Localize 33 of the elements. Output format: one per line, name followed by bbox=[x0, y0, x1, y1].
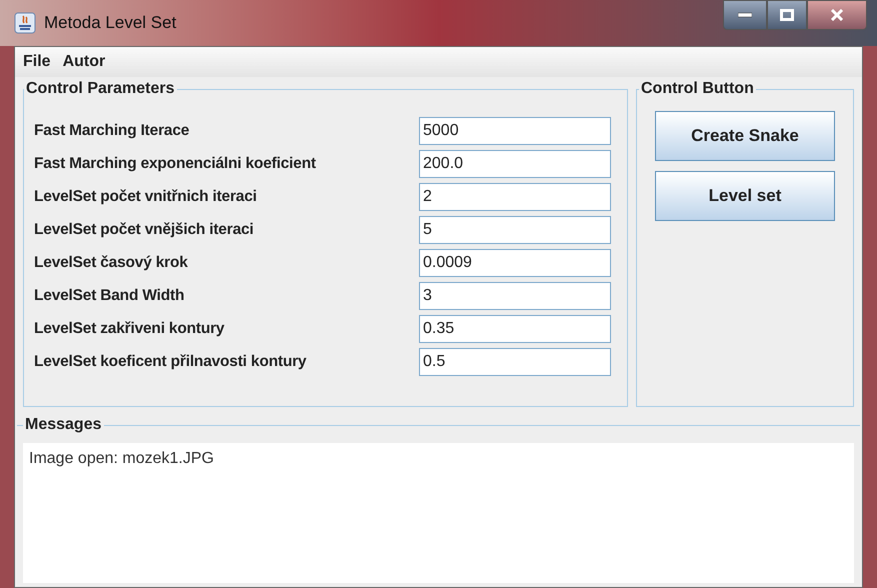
field-label: LevelSet Band Width bbox=[34, 286, 186, 306]
field-label: LevelSet počet vnějšich iteraci bbox=[34, 220, 255, 240]
action-button[interactable]: Create Snake bbox=[655, 111, 835, 161]
message-line: Image open: mozek1.JPG bbox=[29, 449, 215, 469]
menu-item[interactable]: File bbox=[23, 50, 51, 74]
group-title: Control Button bbox=[640, 79, 755, 99]
field-label: LevelSet zakřiveni kontury bbox=[34, 319, 226, 340]
input-field[interactable]: 0.0009 bbox=[419, 249, 611, 277]
field-label: LevelSet počet vnitřnich iteraci bbox=[34, 187, 258, 208]
input-field[interactable]: 0.5 bbox=[419, 348, 611, 376]
group-title: Messages bbox=[24, 415, 102, 435]
action-button[interactable]: Level set bbox=[655, 171, 835, 221]
input-field[interactable]: 3 bbox=[419, 282, 611, 310]
field-label: LevelSet časový krok bbox=[34, 253, 189, 274]
input-field[interactable]: 200.0 bbox=[419, 150, 611, 178]
input-field[interactable]: 2 bbox=[419, 183, 611, 211]
maximize-button[interactable] bbox=[767, 0, 807, 30]
input-field[interactable]: 0.35 bbox=[419, 315, 611, 343]
window-title: Metoda Level Set bbox=[44, 12, 176, 34]
field-label: Fast Marching Iterace bbox=[34, 121, 190, 142]
message-area[interactable]: Image open: mozek1.JPG bbox=[23, 443, 854, 583]
field-label: LevelSet koeficent přilnavosti kontury bbox=[34, 352, 308, 372]
close-icon bbox=[830, 9, 844, 21]
input-field[interactable]: 5000 bbox=[419, 117, 611, 145]
app-icon bbox=[14, 12, 36, 34]
field-label: Fast Marching exponenciálni koeficient bbox=[34, 154, 317, 174]
minimize-button[interactable] bbox=[723, 0, 767, 30]
maximize-icon bbox=[780, 9, 794, 21]
minimize-icon bbox=[738, 12, 752, 18]
group-title: Control Parameters bbox=[25, 79, 176, 99]
input-field[interactable]: 5 bbox=[419, 216, 611, 244]
menu-item[interactable]: Autor bbox=[62, 50, 106, 74]
close-button[interactable] bbox=[807, 0, 867, 30]
